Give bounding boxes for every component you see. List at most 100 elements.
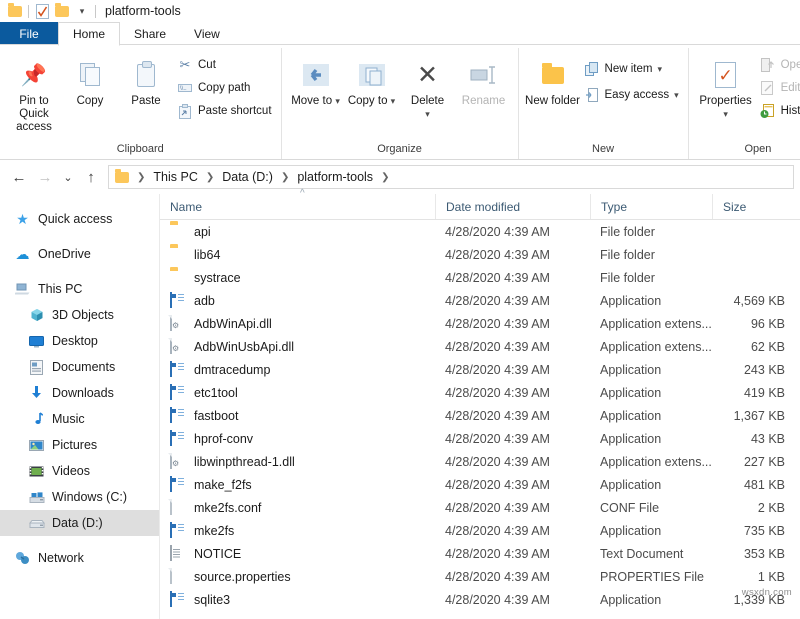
- new-folder-icon[interactable]: [52, 2, 72, 20]
- history-button[interactable]: History: [757, 101, 800, 121]
- sidebar-item-pictures[interactable]: Pictures: [0, 432, 159, 458]
- table-row[interactable]: mke2fs.conf 4/28/2020 4:39 AM CONF File 2 K…: [160, 496, 800, 519]
- tab-file[interactable]: File: [0, 22, 58, 45]
- rename-button[interactable]: Rename: [456, 51, 512, 108]
- open-button[interactable]: Open ▾: [757, 55, 800, 75]
- sidebar-item-desktop[interactable]: Desktop: [0, 328, 159, 354]
- breadcrumb-item-platform-tools[interactable]: platform-tools: [295, 170, 375, 184]
- file-name-cell[interactable]: mke2fs: [160, 519, 435, 542]
- file-name-cell[interactable]: api: [160, 220, 435, 243]
- table-row[interactable]: mke2fs 4/28/2020 4:39 AM Application 735 KB: [160, 519, 800, 542]
- file-name-cell[interactable]: fastboot: [160, 404, 435, 427]
- recent-locations-button[interactable]: ⌄: [58, 164, 78, 190]
- pin-to-quick-access-button[interactable]: 📌 Pin to Quick access: [6, 51, 62, 135]
- file-name-cell[interactable]: systrace: [160, 266, 435, 289]
- properties-button[interactable]: ✓ Properties ▾: [695, 51, 757, 121]
- new-folder-button[interactable]: New folder: [525, 51, 581, 108]
- back-button[interactable]: ←: [6, 164, 32, 190]
- breadcrumb-item-this-pc[interactable]: This PC: [151, 170, 199, 184]
- table-row[interactable]: AdbWinUsbApi.dll 4/28/2020 4:39 AM Applica…: [160, 335, 800, 358]
- type-cell: File folder: [600, 270, 655, 285]
- desktop-icon: [28, 335, 45, 348]
- sidebar-item-3d-objects[interactable]: 3D Objects: [0, 302, 159, 328]
- copy-button[interactable]: Copy: [62, 51, 118, 108]
- sidebar-item-videos[interactable]: Videos: [0, 458, 159, 484]
- paste-shortcut-button[interactable]: Paste shortcut: [174, 101, 275, 121]
- tab-share[interactable]: Share: [120, 22, 180, 45]
- customize-chevron-icon[interactable]: ▾: [72, 2, 92, 20]
- table-row[interactable]: etc1tool 4/28/2020 4:39 AM Application 419 …: [160, 381, 800, 404]
- file-name-cell[interactable]: lib64: [160, 243, 435, 266]
- breadcrumb-separator[interactable]: ❯: [278, 172, 292, 183]
- paste-button[interactable]: Paste: [118, 51, 174, 108]
- up-button[interactable]: ↑: [78, 164, 104, 190]
- file-name-cell[interactable]: hprof-conv: [160, 427, 435, 450]
- table-row[interactable]: AdbWinApi.dll 4/28/2020 4:39 AM Applicatio…: [160, 312, 800, 335]
- move-to-button[interactable]: Move to ▾: [288, 51, 344, 108]
- column-headers: Name ^ Date modified Type Size: [160, 188, 800, 220]
- file-name-cell[interactable]: dmtracedump: [160, 358, 435, 381]
- tab-view[interactable]: View: [180, 22, 234, 45]
- breadcrumb[interactable]: ❯ This PC ❯ Data (D:) ❯ platform-tools ❯: [108, 165, 794, 189]
- cut-button[interactable]: ✂ Cut: [174, 55, 275, 75]
- table-row[interactable]: api 4/28/2020 4:39 AM File folder: [160, 220, 800, 243]
- scissors-icon: ✂: [179, 57, 191, 72]
- sidebar-item-downloads[interactable]: Downloads: [0, 380, 159, 406]
- table-row[interactable]: lib64 4/28/2020 4:39 AM File folder: [160, 243, 800, 266]
- column-header-name[interactable]: Name ^: [160, 188, 435, 219]
- table-row[interactable]: adb 4/28/2020 4:39 AM Application 4,569 KB: [160, 289, 800, 312]
- table-row[interactable]: sqlite3 4/28/2020 4:39 AM Application 1,339…: [160, 588, 800, 611]
- easy-access-button[interactable]: Easy access ▾: [581, 85, 682, 105]
- date-modified-cell: 4/28/2020 4:39 AM: [445, 500, 550, 515]
- file-name-cell[interactable]: make_f2fs: [160, 473, 435, 496]
- sidebar-item-windows-c[interactable]: Windows (C:): [0, 484, 159, 510]
- table-row[interactable]: libwinpthread-1.dll 4/28/2020 4:39 AM Appl…: [160, 450, 800, 473]
- paste-shortcut-icon: [177, 103, 193, 119]
- sidebar-item-music[interactable]: Music: [0, 406, 159, 432]
- file-name-cell[interactable]: source.properties: [160, 565, 435, 588]
- sidebar-item-network[interactable]: Network: [0, 545, 159, 571]
- sidebar-item-quick-access[interactable]: ★ Quick access: [0, 206, 159, 232]
- file-name-cell[interactable]: NOTICE: [160, 542, 435, 565]
- table-row[interactable]: fastboot 4/28/2020 4:39 AM Application 1,36…: [160, 404, 800, 427]
- table-row[interactable]: make_f2fs 4/28/2020 4:39 AM Application 481…: [160, 473, 800, 496]
- table-row[interactable]: systrace 4/28/2020 4:39 AM File folder: [160, 266, 800, 289]
- column-header-type[interactable]: Type: [590, 194, 712, 219]
- breadcrumb-separator[interactable]: ❯: [378, 172, 392, 183]
- date-modified-cell: 4/28/2020 4:39 AM: [445, 454, 550, 469]
- sidebar-item-label: 3D Objects: [52, 308, 114, 322]
- sidebar-item-this-pc[interactable]: This PC: [0, 276, 159, 302]
- sidebar-item-onedrive[interactable]: ☁ OneDrive: [0, 241, 159, 267]
- file-name-cell[interactable]: sqlite3: [160, 588, 435, 611]
- file-name-cell[interactable]: AdbWinUsbApi.dll: [160, 335, 435, 358]
- delete-button[interactable]: ✕ Delete ▾: [400, 51, 456, 121]
- text-document-icon: [170, 544, 186, 562]
- table-row[interactable]: source.properties 4/28/2020 4:39 AM PROPER…: [160, 565, 800, 588]
- sidebar-item-documents[interactable]: Documents: [0, 354, 159, 380]
- sidebar-item-data-d[interactable]: Data (D:): [0, 510, 159, 536]
- sidebar-item-label: Network: [38, 551, 84, 565]
- ribbon-group-clipboard: 📌 Pin to Quick access Copy Paste ✂ Cut \…: [0, 48, 281, 159]
- tab-home[interactable]: Home: [58, 22, 121, 46]
- breadcrumb-item-data-d[interactable]: Data (D:): [220, 170, 275, 184]
- column-header-date-modified[interactable]: Date modified: [435, 194, 590, 219]
- file-name-cell[interactable]: mke2fs.conf: [160, 496, 435, 519]
- copy-to-button[interactable]: Copy to ▾: [344, 51, 400, 108]
- column-header-size[interactable]: Size: [712, 194, 797, 219]
- copy-path-button[interactable]: \\.. Copy path: [174, 78, 275, 98]
- table-row[interactable]: hprof-conv 4/28/2020 4:39 AM Application 43…: [160, 427, 800, 450]
- file-name-cell[interactable]: AdbWinApi.dll: [160, 312, 435, 335]
- file-name-cell[interactable]: adb: [160, 289, 435, 312]
- size-cell: 1 KB: [757, 569, 785, 584]
- date-modified-cell: 4/28/2020 4:39 AM: [445, 316, 550, 331]
- table-row[interactable]: dmtracedump 4/28/2020 4:39 AM Application 2…: [160, 358, 800, 381]
- file-name-cell[interactable]: libwinpthread-1.dll: [160, 450, 435, 473]
- breadcrumb-separator[interactable]: ❯: [203, 172, 217, 183]
- new-item-button[interactable]: New item ▾: [581, 59, 682, 79]
- table-row[interactable]: NOTICE 4/28/2020 4:39 AM Text Document 353 …: [160, 542, 800, 565]
- forward-button[interactable]: →: [32, 164, 58, 190]
- size-cell: [712, 220, 797, 243]
- edit-button[interactable]: Edit: [757, 78, 800, 98]
- properties-check-icon[interactable]: [32, 2, 52, 20]
- file-name-cell[interactable]: etc1tool: [160, 381, 435, 404]
